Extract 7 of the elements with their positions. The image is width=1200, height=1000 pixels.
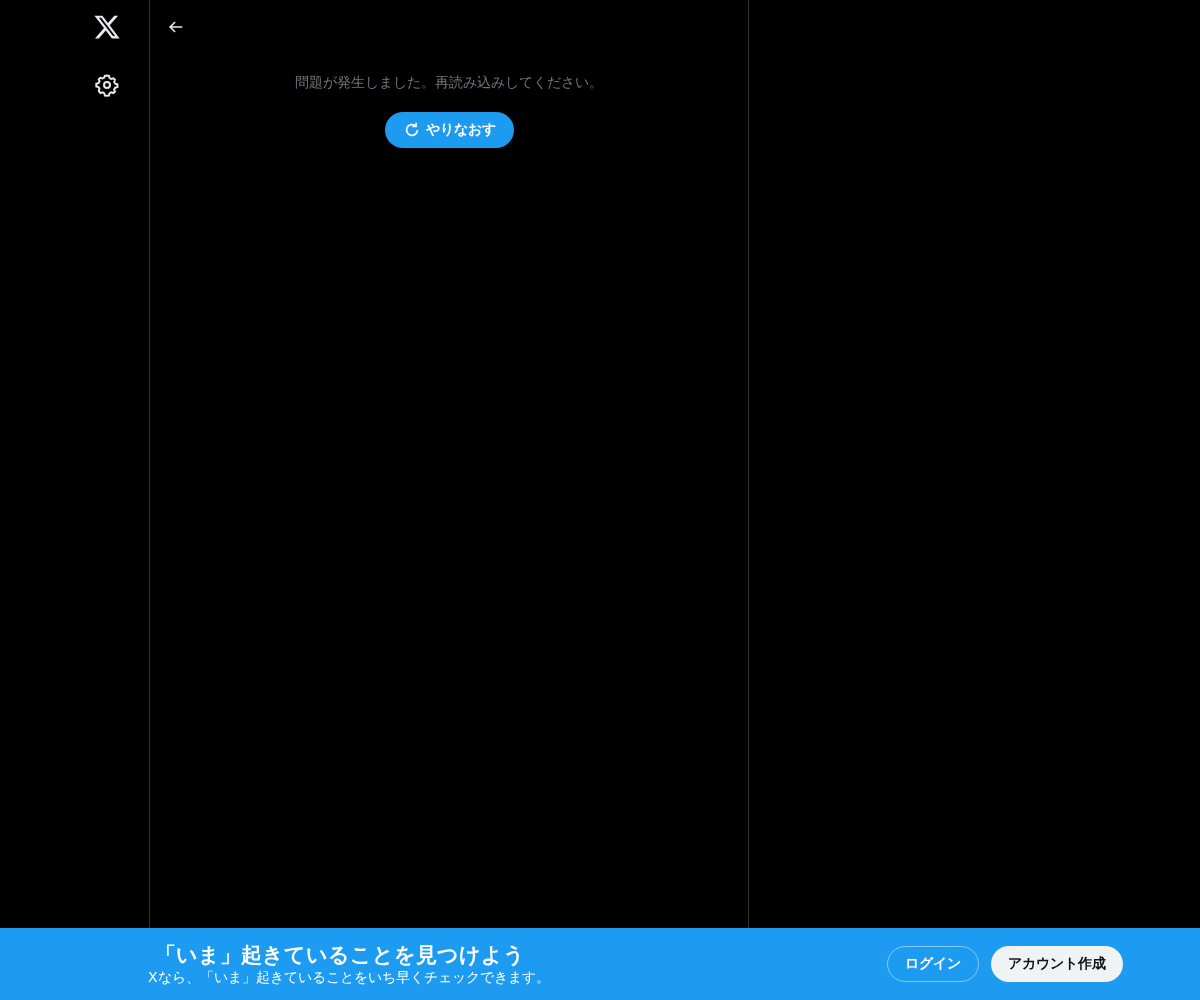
signup-button[interactable]: アカウント作成: [991, 946, 1123, 982]
settings-icon[interactable]: [95, 73, 119, 97]
x-logo-icon[interactable]: [93, 13, 121, 41]
banner-subtitle: Xなら、「いま」起きていることをいち早くチェックできます。: [148, 969, 550, 987]
error-message: 問題が発生しました。再読み込みしてください。: [295, 74, 603, 92]
banner-title: 「いま」起きていることを見つけよう: [154, 942, 526, 969]
retry-button[interactable]: やりなおす: [384, 112, 514, 148]
